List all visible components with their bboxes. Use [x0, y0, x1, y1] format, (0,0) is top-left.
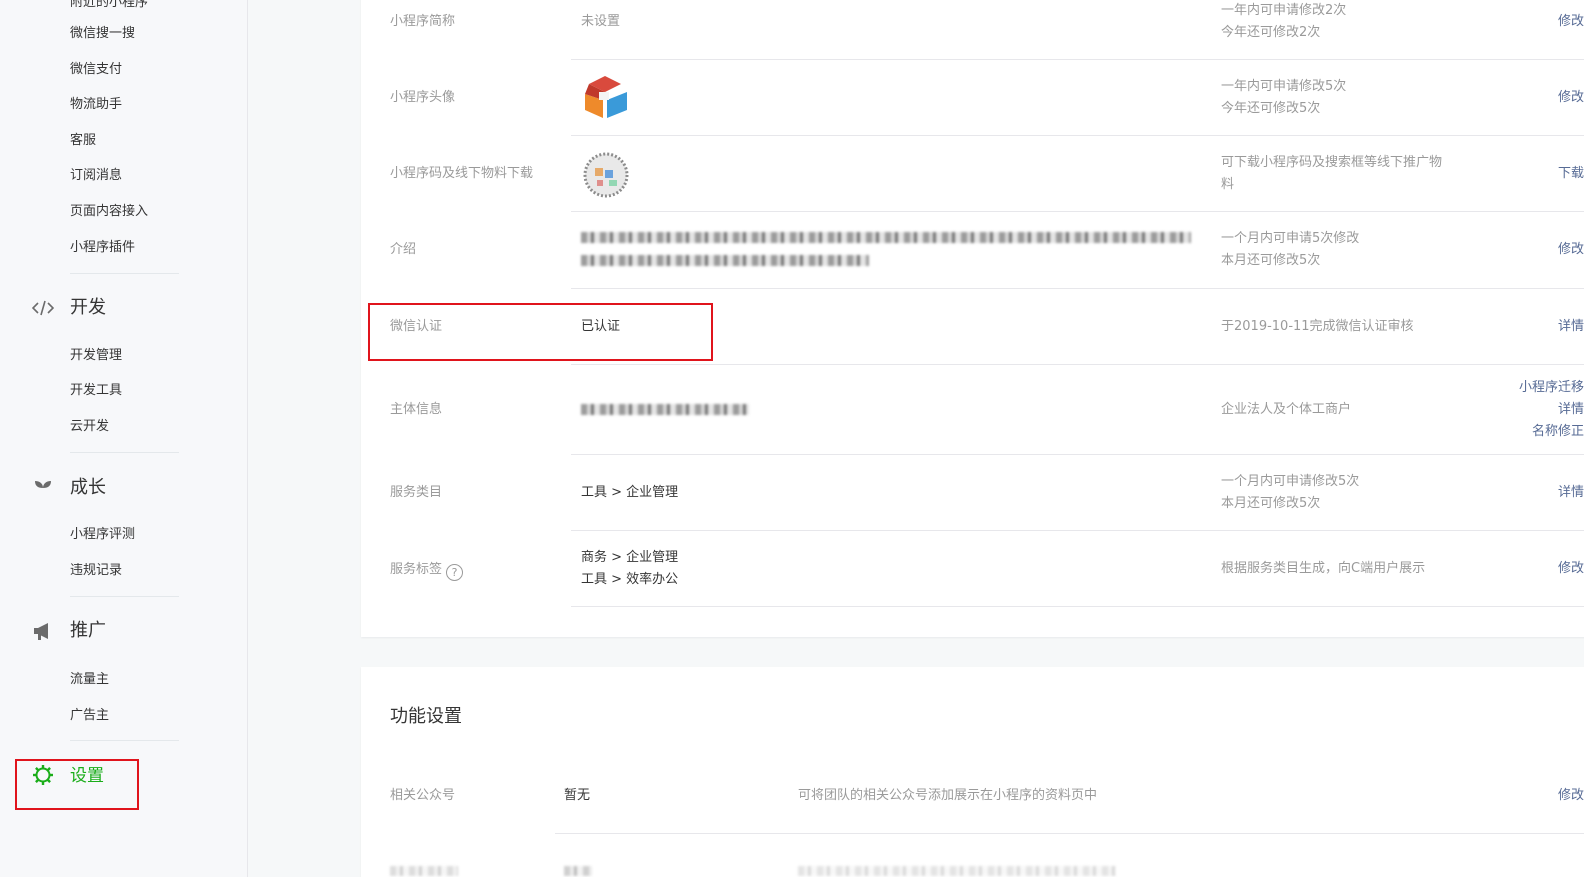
megaphone-icon — [31, 619, 55, 643]
sidebar-item-wechat-search[interactable]: 微信搜一搜 — [70, 25, 135, 43]
sidebar-group-develop[interactable]: 开发 — [70, 296, 106, 320]
note-short-name: 一年内可申请修改2次 今年还可修改2次 — [1221, 3, 1347, 40]
label-related-official-account: 相关公众号 — [390, 788, 456, 803]
sidebar: 附近的小程序 微信搜一搜 微信支付 物流助手 客服 订阅消息 页面内容接入 小程… — [0, 0, 248, 877]
value-short-name: 未设置 — [581, 14, 621, 29]
sidebar-item-subscribe-message[interactable]: 订阅消息 — [70, 167, 122, 185]
value-service-tags: 商务 > 企业管理 工具 > 效率办公 — [581, 550, 679, 587]
sidebar-item-page-content[interactable]: 页面内容接入 — [70, 203, 148, 221]
note-entity-info: 企业法人及个体工商户 — [1221, 402, 1352, 417]
entity-actions: 小程序迁移 详情 名称修正 — [1494, 377, 1584, 443]
label-intro: 介绍 — [390, 242, 417, 257]
feature-settings-title: 功能设置 — [390, 706, 462, 727]
note-related-official-account: 可将团队的相关公众号添加展示在小程序的资料页中 — [798, 788, 1098, 803]
note-avatar: 一年内可申请修改5次 今年还可修改5次 — [1221, 79, 1347, 116]
modify-service-tags-link[interactable]: 修改 — [1494, 558, 1584, 580]
miniprogram-avatar — [581, 74, 631, 120]
modify-related-official-account-link[interactable]: 修改 — [1494, 785, 1584, 807]
label-wechat-verification: 微信认证 — [390, 319, 443, 334]
sidebar-group-promotion[interactable]: 推广 — [70, 619, 106, 643]
sidebar-item-traffic-owner[interactable]: 流量主 — [70, 671, 109, 689]
value-service-category: 工具 > 企业管理 — [581, 485, 679, 500]
migrate-miniprogram-link[interactable]: 小程序迁移 — [1494, 377, 1584, 399]
label-avatar: 小程序头像 — [390, 90, 456, 105]
sidebar-divider — [70, 452, 179, 453]
sidebar-divider — [70, 740, 179, 741]
note-intro: 一个月内可申请5次修改 本月还可修改5次 — [1221, 231, 1360, 268]
entity-name-redacted — [581, 404, 749, 415]
sidebar-item-wechat-pay[interactable]: 微信支付 — [70, 61, 122, 79]
row-divider — [571, 288, 1584, 289]
sidebar-item-customer-service[interactable]: 客服 — [70, 132, 96, 150]
sidebar-item-cloud-dev[interactable]: 云开发 — [70, 418, 109, 436]
modify-short-name-link[interactable]: 修改 — [1494, 11, 1584, 33]
row-divider — [571, 530, 1584, 531]
sidebar-item-advertiser[interactable]: 广告主 — [70, 707, 109, 725]
next-row-label-cutoff — [390, 866, 458, 876]
row-divider — [571, 59, 1584, 60]
name-correction-link[interactable]: 名称修正 — [1494, 421, 1584, 443]
sidebar-group-growth[interactable]: 成长 — [70, 476, 106, 500]
row-divider — [571, 364, 1584, 365]
gear-icon — [31, 763, 55, 787]
intro-text-redacted — [581, 255, 869, 266]
download-qrcode-link[interactable]: 下载 — [1494, 163, 1584, 185]
modify-intro-link[interactable]: 修改 — [1494, 239, 1584, 261]
label-entity-info: 主体信息 — [390, 402, 443, 417]
row-divider — [571, 454, 1584, 455]
note-wechat-verification: 于2019-10-11完成微信认证审核 — [1221, 319, 1414, 334]
next-row-value-cutoff — [564, 866, 592, 876]
row-divider — [571, 135, 1584, 136]
intro-text-redacted — [581, 232, 1191, 243]
value-wechat-verification: 已认证 — [581, 319, 621, 334]
label-service-category: 服务类目 — [390, 485, 443, 500]
sidebar-item-violations[interactable]: 违规记录 — [70, 562, 122, 580]
row-divider — [571, 211, 1584, 212]
sidebar-divider — [70, 596, 179, 597]
note-qrcode: 可下载小程序码及搜索框等线下推广物料 — [1221, 155, 1443, 192]
category-details-link[interactable]: 详情 — [1494, 482, 1584, 504]
sidebar-item-dev-tools[interactable]: 开发工具 — [70, 382, 122, 400]
sidebar-divider — [70, 273, 179, 274]
feature-settings-panel — [361, 667, 1584, 877]
question-icon[interactable]: ? — [446, 564, 464, 581]
verification-details-link[interactable]: 详情 — [1494, 316, 1584, 338]
label-qrcode: 小程序码及线下物料下载 — [390, 166, 534, 181]
row-divider — [555, 833, 1584, 834]
note-service-tags: 根据服务类目生成，向C端用户展示 — [1221, 561, 1426, 576]
sidebar-item-evaluation[interactable]: 小程序评测 — [70, 526, 135, 544]
modify-avatar-link[interactable]: 修改 — [1494, 87, 1584, 109]
miniprogram-code-image — [581, 152, 631, 198]
code-icon — [31, 296, 55, 320]
sidebar-item-plugins[interactable]: 小程序插件 — [70, 239, 135, 257]
sidebar-group-settings[interactable]: 设置 — [70, 764, 104, 788]
sidebar-item-nearby-miniprogram[interactable]: 附近的小程序 — [70, 0, 148, 12]
sprout-icon — [31, 476, 55, 500]
next-row-note-cutoff — [798, 866, 1116, 876]
sidebar-item-dev-management[interactable]: 开发管理 — [70, 347, 122, 365]
label-short-name: 小程序简称 — [390, 14, 456, 29]
note-service-category: 一个月内可申请修改5次 本月还可修改5次 — [1221, 474, 1360, 511]
entity-details-link[interactable]: 详情 — [1494, 399, 1584, 421]
row-divider — [571, 606, 1584, 607]
label-service-tags: 服务标签? — [390, 561, 464, 581]
sidebar-item-logistics[interactable]: 物流助手 — [70, 96, 122, 114]
value-related-official-account: 暂无 — [564, 788, 591, 803]
